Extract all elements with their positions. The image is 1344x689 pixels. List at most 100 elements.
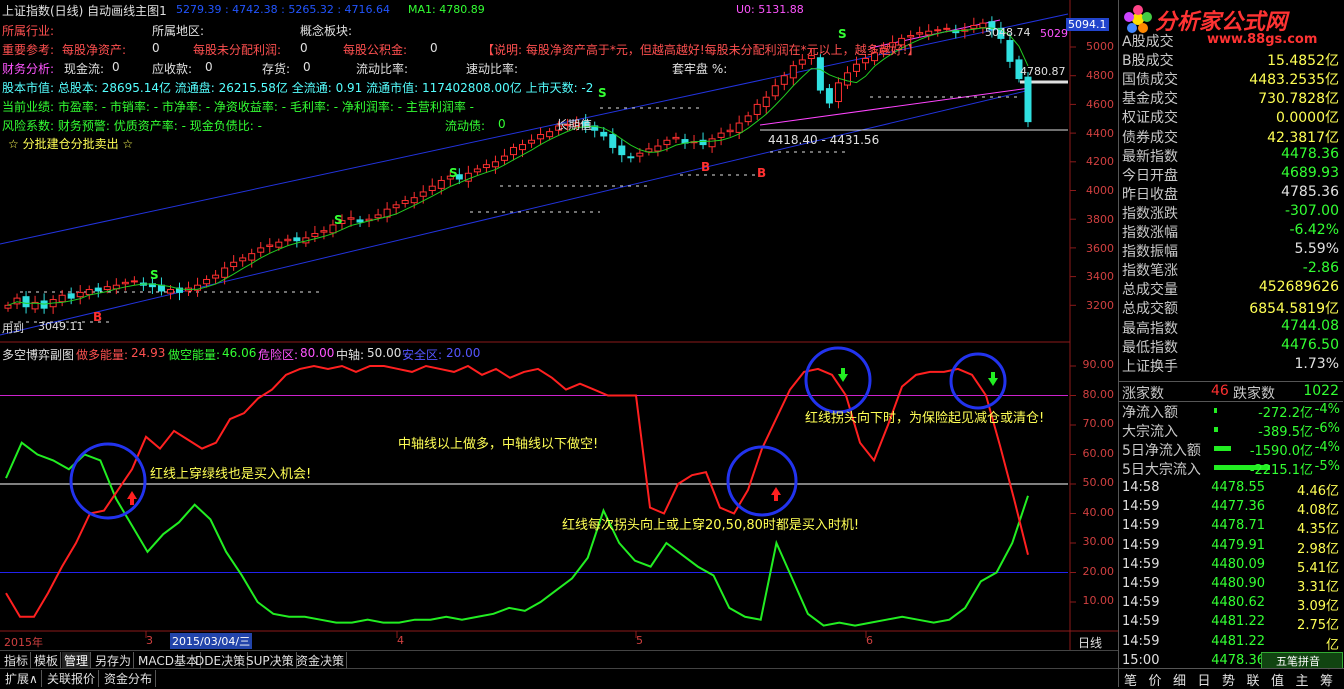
x-label: 6 (866, 634, 873, 647)
tab-dde[interactable]: DDE决策 (193, 652, 249, 668)
detail-tab[interactable]: 值 (1271, 670, 1284, 689)
strategy-text: ☆ 分批建仓分批卖出 ☆ (8, 137, 134, 151)
tab-expand[interactable]: 扩展∧ (2, 670, 42, 687)
x-label: 3 (146, 634, 153, 647)
candle-body (789, 65, 797, 79)
candle-body (94, 287, 102, 292)
detail-tab[interactable]: 笔 (1124, 670, 1137, 689)
tick-volume: 4.08亿 (1297, 503, 1339, 519)
candle-body (636, 152, 644, 157)
period-label[interactable]: 日线 (1078, 634, 1102, 651)
sell-mark: S (150, 268, 159, 282)
tab-indicator[interactable]: 指标 (2, 652, 32, 668)
flow-row-label: 净流入额 (1122, 405, 1178, 421)
candle-body (843, 72, 851, 86)
tick-time: 14:59 (1122, 614, 1160, 630)
quote-row-value: 0.0000亿 (1276, 110, 1339, 127)
tick-price: 4481.22 (1211, 633, 1265, 649)
candle-body (934, 29, 942, 32)
ime-indicator[interactable]: 五笔拼音 (1261, 652, 1343, 669)
candle-body (609, 134, 617, 148)
quote-row-value: 4478.36 (1281, 145, 1339, 162)
tab-fund[interactable]: 资金决策 (294, 652, 348, 668)
tick-row: 14:59 4480.90 3.31亿 (1119, 575, 1343, 595)
zone-value: 4418.40 - 4431.56 (768, 133, 880, 147)
quote-row: 最高指数 4744.08 (1119, 317, 1343, 337)
detail-tab[interactable]: 势 (1222, 670, 1235, 689)
x-cursor-date: 2015/03/04/三 (170, 633, 253, 649)
detail-tab[interactable]: 主 (1296, 670, 1309, 689)
y-tick: 4200 (1086, 155, 1114, 168)
candle-body (519, 144, 527, 151)
tick-row: 14:59 4480.09 5.41亿 (1119, 556, 1343, 576)
sell-mark: S (449, 166, 458, 180)
quote-row-label: B股成交 (1122, 53, 1174, 70)
quote-row-value: 5.59% (1294, 241, 1339, 258)
flow-row-percent: -4% (1314, 440, 1340, 455)
reserve-label: 每股公积金: (343, 43, 408, 57)
up-arrow-icon (127, 491, 137, 505)
price-5048: 5048.74 (985, 26, 1031, 39)
flow-bar (1214, 427, 1218, 432)
quote-row-label: 基金成交 (1122, 91, 1178, 108)
quote-row-label: 指数涨跌 (1122, 205, 1178, 222)
candle-body (230, 261, 238, 268)
note-text: 【说明: 每股净资产高于*元，但越高越好!每股未分配利润在*元以上，越多越好!】 (482, 43, 920, 57)
y-tick: 4000 (1086, 184, 1114, 197)
annotation-axis: 中轴线以上做多，中轴线以下做空! (398, 437, 599, 452)
candle-body (374, 214, 382, 219)
quote-row: 最新指数 4478.36 (1119, 145, 1343, 165)
highlight-circle (949, 352, 1007, 410)
tab-save-as[interactable]: 另存为 (93, 652, 135, 668)
detail-tab[interactable]: 价 (1149, 670, 1162, 689)
region-label: 所属地区: (152, 24, 205, 38)
mid-value: 50.00 (367, 346, 402, 360)
detail-tab[interactable]: 联 (1247, 670, 1260, 689)
quote-row: 总成交额 6854.5819亿 (1119, 297, 1343, 318)
tick-price: 4478.71 (1211, 518, 1265, 534)
quote-row: B股成交 15.4852亿 (1119, 49, 1343, 70)
detail-tab[interactable]: 日 (1198, 670, 1211, 689)
sub-y-tick: 60.00 (1082, 447, 1115, 460)
tab-manage[interactable]: 管理 (62, 652, 92, 668)
sell-mark: S (838, 27, 847, 41)
tab-template[interactable]: 模板 (32, 652, 62, 668)
quote-row-label: 指数涨幅 (1122, 225, 1178, 241)
tick-row: 14:59 4481.22 亿 (1119, 633, 1343, 653)
detail-tab[interactable]: 细 (1173, 670, 1186, 689)
candle-body (58, 294, 66, 303)
candle-body (203, 278, 211, 285)
tick-volume: 4.46亿 (1297, 484, 1339, 499)
tick-price: 4480.09 (1211, 556, 1265, 572)
tab-related-quote[interactable]: 关联报价 (44, 670, 100, 687)
tick-volume: 2.75亿 (1297, 618, 1339, 634)
tab-sup[interactable]: SUP决策 (244, 652, 297, 668)
quote-row-label: 指数振幅 (1122, 244, 1178, 261)
ma1-value: MA1: 4780.89 (408, 3, 485, 16)
quote-row: 昨日收盘 4785.36 (1119, 183, 1343, 203)
quote-row: 最低指数 4476.50 (1119, 336, 1343, 356)
candle-body (816, 57, 824, 91)
candle-body (166, 289, 174, 294)
stock-label: 存货: (262, 62, 291, 76)
nav-value: 0 (152, 41, 160, 55)
bull-energy-line (5, 364, 1029, 618)
candle-body (762, 96, 770, 108)
ohlc-values: 5279.39 : 4742.38 : 5265.32 : 4716.64 (176, 3, 391, 16)
annotation-cross: 红线上穿绿线也是买入机会! (150, 467, 312, 482)
tick-row: 14:59 4477.36 4.08亿 (1119, 498, 1343, 519)
candle-body (437, 179, 445, 189)
reserve-value: 0 (430, 41, 438, 55)
u0-value: U0: 5131.88 (736, 3, 804, 16)
tick-volume: 3.09亿 (1297, 599, 1339, 615)
quote-panel: 分析家公式网 www.88gs.com A股成交 B股成交 15.4852亿 国债成交… (1118, 0, 1344, 687)
tab-fund-dist[interactable]: 资金分布 (101, 670, 157, 687)
detail-tab[interactable]: 筹 (1320, 670, 1333, 689)
quote-row-label: 总成交额 (1122, 301, 1178, 318)
quote-row: 指数笔涨 -2.86 (1119, 259, 1343, 279)
candle-body (500, 155, 508, 161)
y-tick: 3400 (1086, 270, 1114, 283)
candle-body (717, 132, 725, 138)
tab-macd[interactable]: MACD基本 (136, 652, 201, 668)
sub-y-tick: 10.00 (1082, 594, 1115, 607)
